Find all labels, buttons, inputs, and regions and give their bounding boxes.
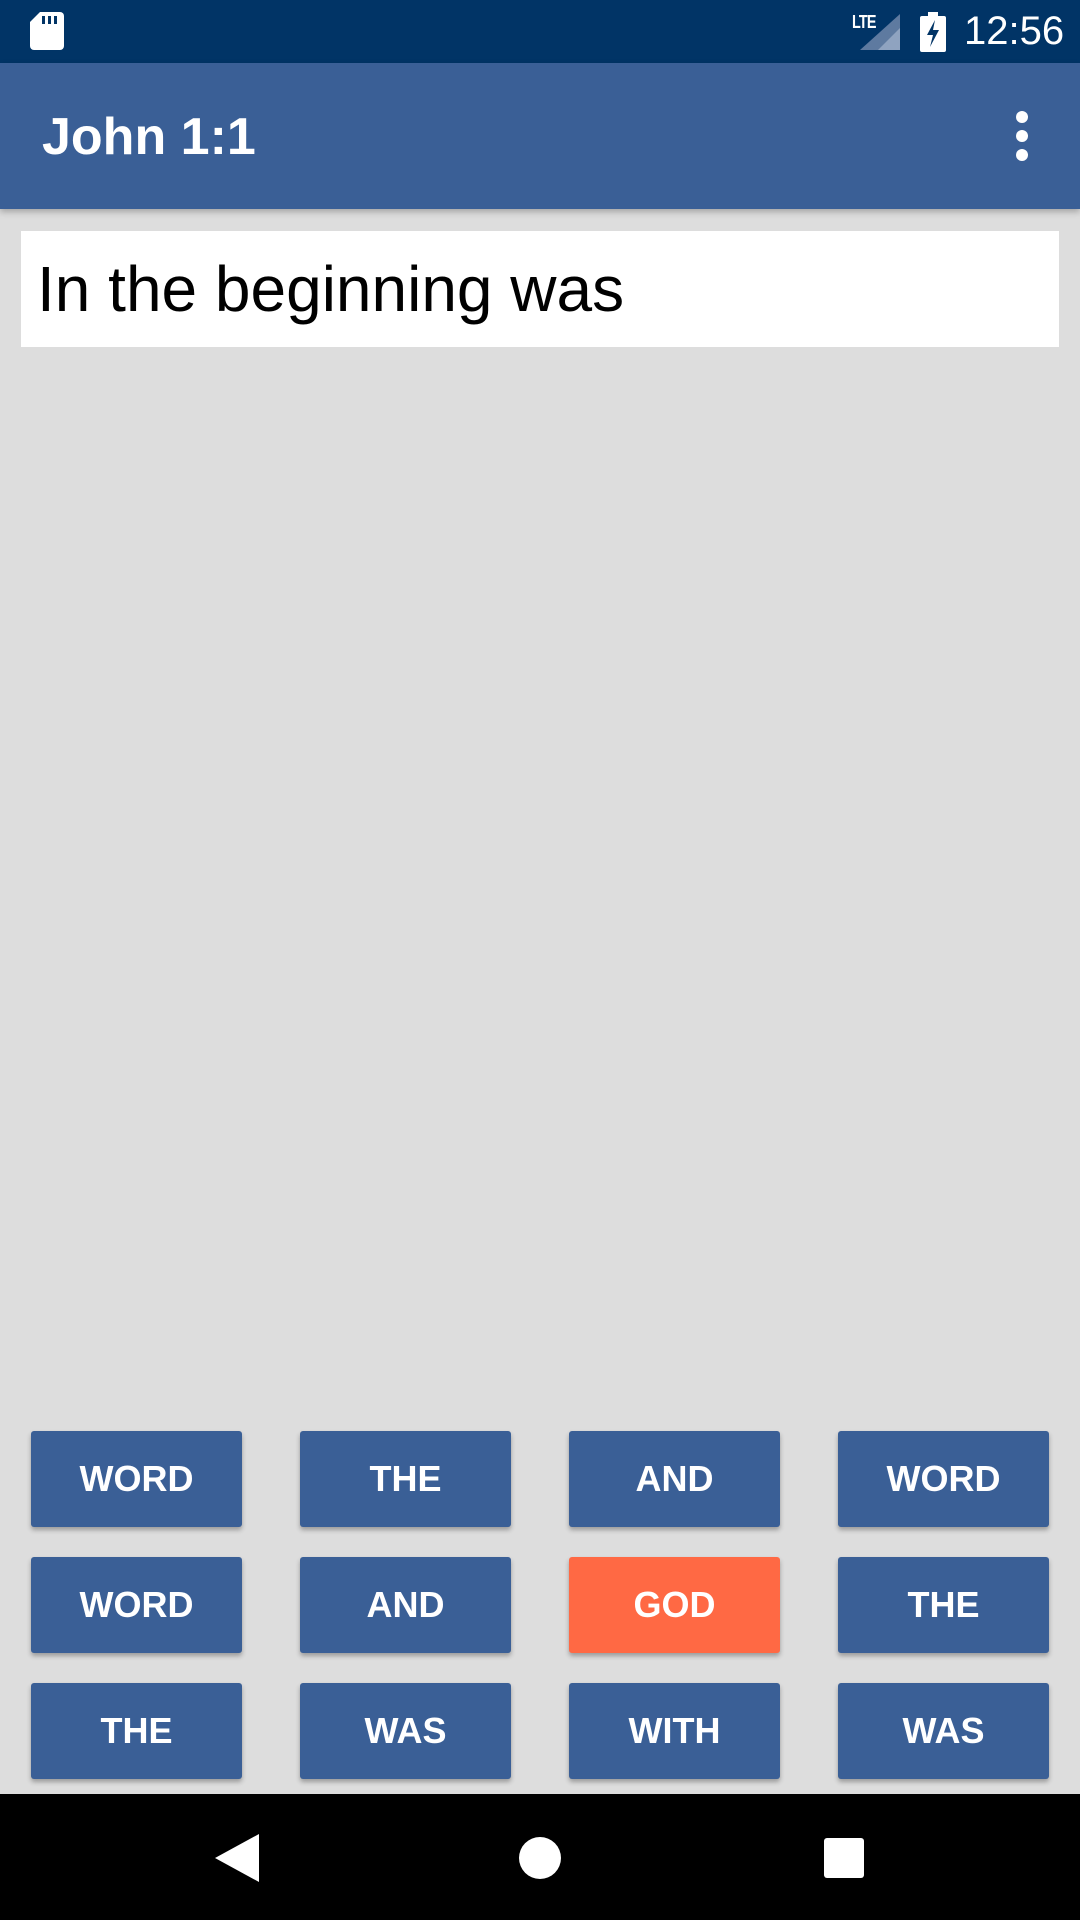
word-button[interactable]: WORD bbox=[838, 1431, 1049, 1527]
battery-charging-icon bbox=[920, 12, 946, 52]
word-button[interactable]: WITH bbox=[569, 1683, 780, 1779]
word-button[interactable]: WAS bbox=[300, 1683, 511, 1779]
verse-text: In the beginning was bbox=[37, 253, 625, 325]
word-button[interactable]: WORD bbox=[31, 1431, 242, 1527]
word-button[interactable]: AND bbox=[569, 1431, 780, 1527]
word-button[interactable]: THE bbox=[31, 1683, 242, 1779]
clock: 12:56 bbox=[964, 9, 1065, 53]
word-button[interactable]: THE bbox=[300, 1431, 511, 1527]
more-vert-icon[interactable] bbox=[1000, 103, 1044, 169]
word-button[interactable]: WAS bbox=[838, 1683, 1049, 1779]
word-button[interactable]: WORD bbox=[31, 1557, 242, 1653]
word-button-highlighted[interactable]: GOD bbox=[569, 1557, 780, 1653]
navigation-bar bbox=[0, 1794, 1080, 1920]
home-icon[interactable] bbox=[519, 1837, 561, 1879]
recents-icon[interactable] bbox=[824, 1838, 864, 1878]
sd-card-icon bbox=[30, 12, 64, 50]
back-icon[interactable] bbox=[215, 1834, 259, 1882]
word-button[interactable]: THE bbox=[838, 1557, 1049, 1653]
verse-display: In the beginning was bbox=[21, 231, 1059, 347]
app-bar: John 1:1 bbox=[0, 63, 1080, 209]
status-bar: LTE 12:56 bbox=[0, 0, 1080, 63]
word-button[interactable]: AND bbox=[300, 1557, 511, 1653]
signal-icon bbox=[860, 14, 900, 50]
page-title: John 1:1 bbox=[42, 108, 256, 166]
word-button-grid: WORD THE AND WORD WORD AND GOD THE THE W… bbox=[31, 1431, 1049, 1780]
